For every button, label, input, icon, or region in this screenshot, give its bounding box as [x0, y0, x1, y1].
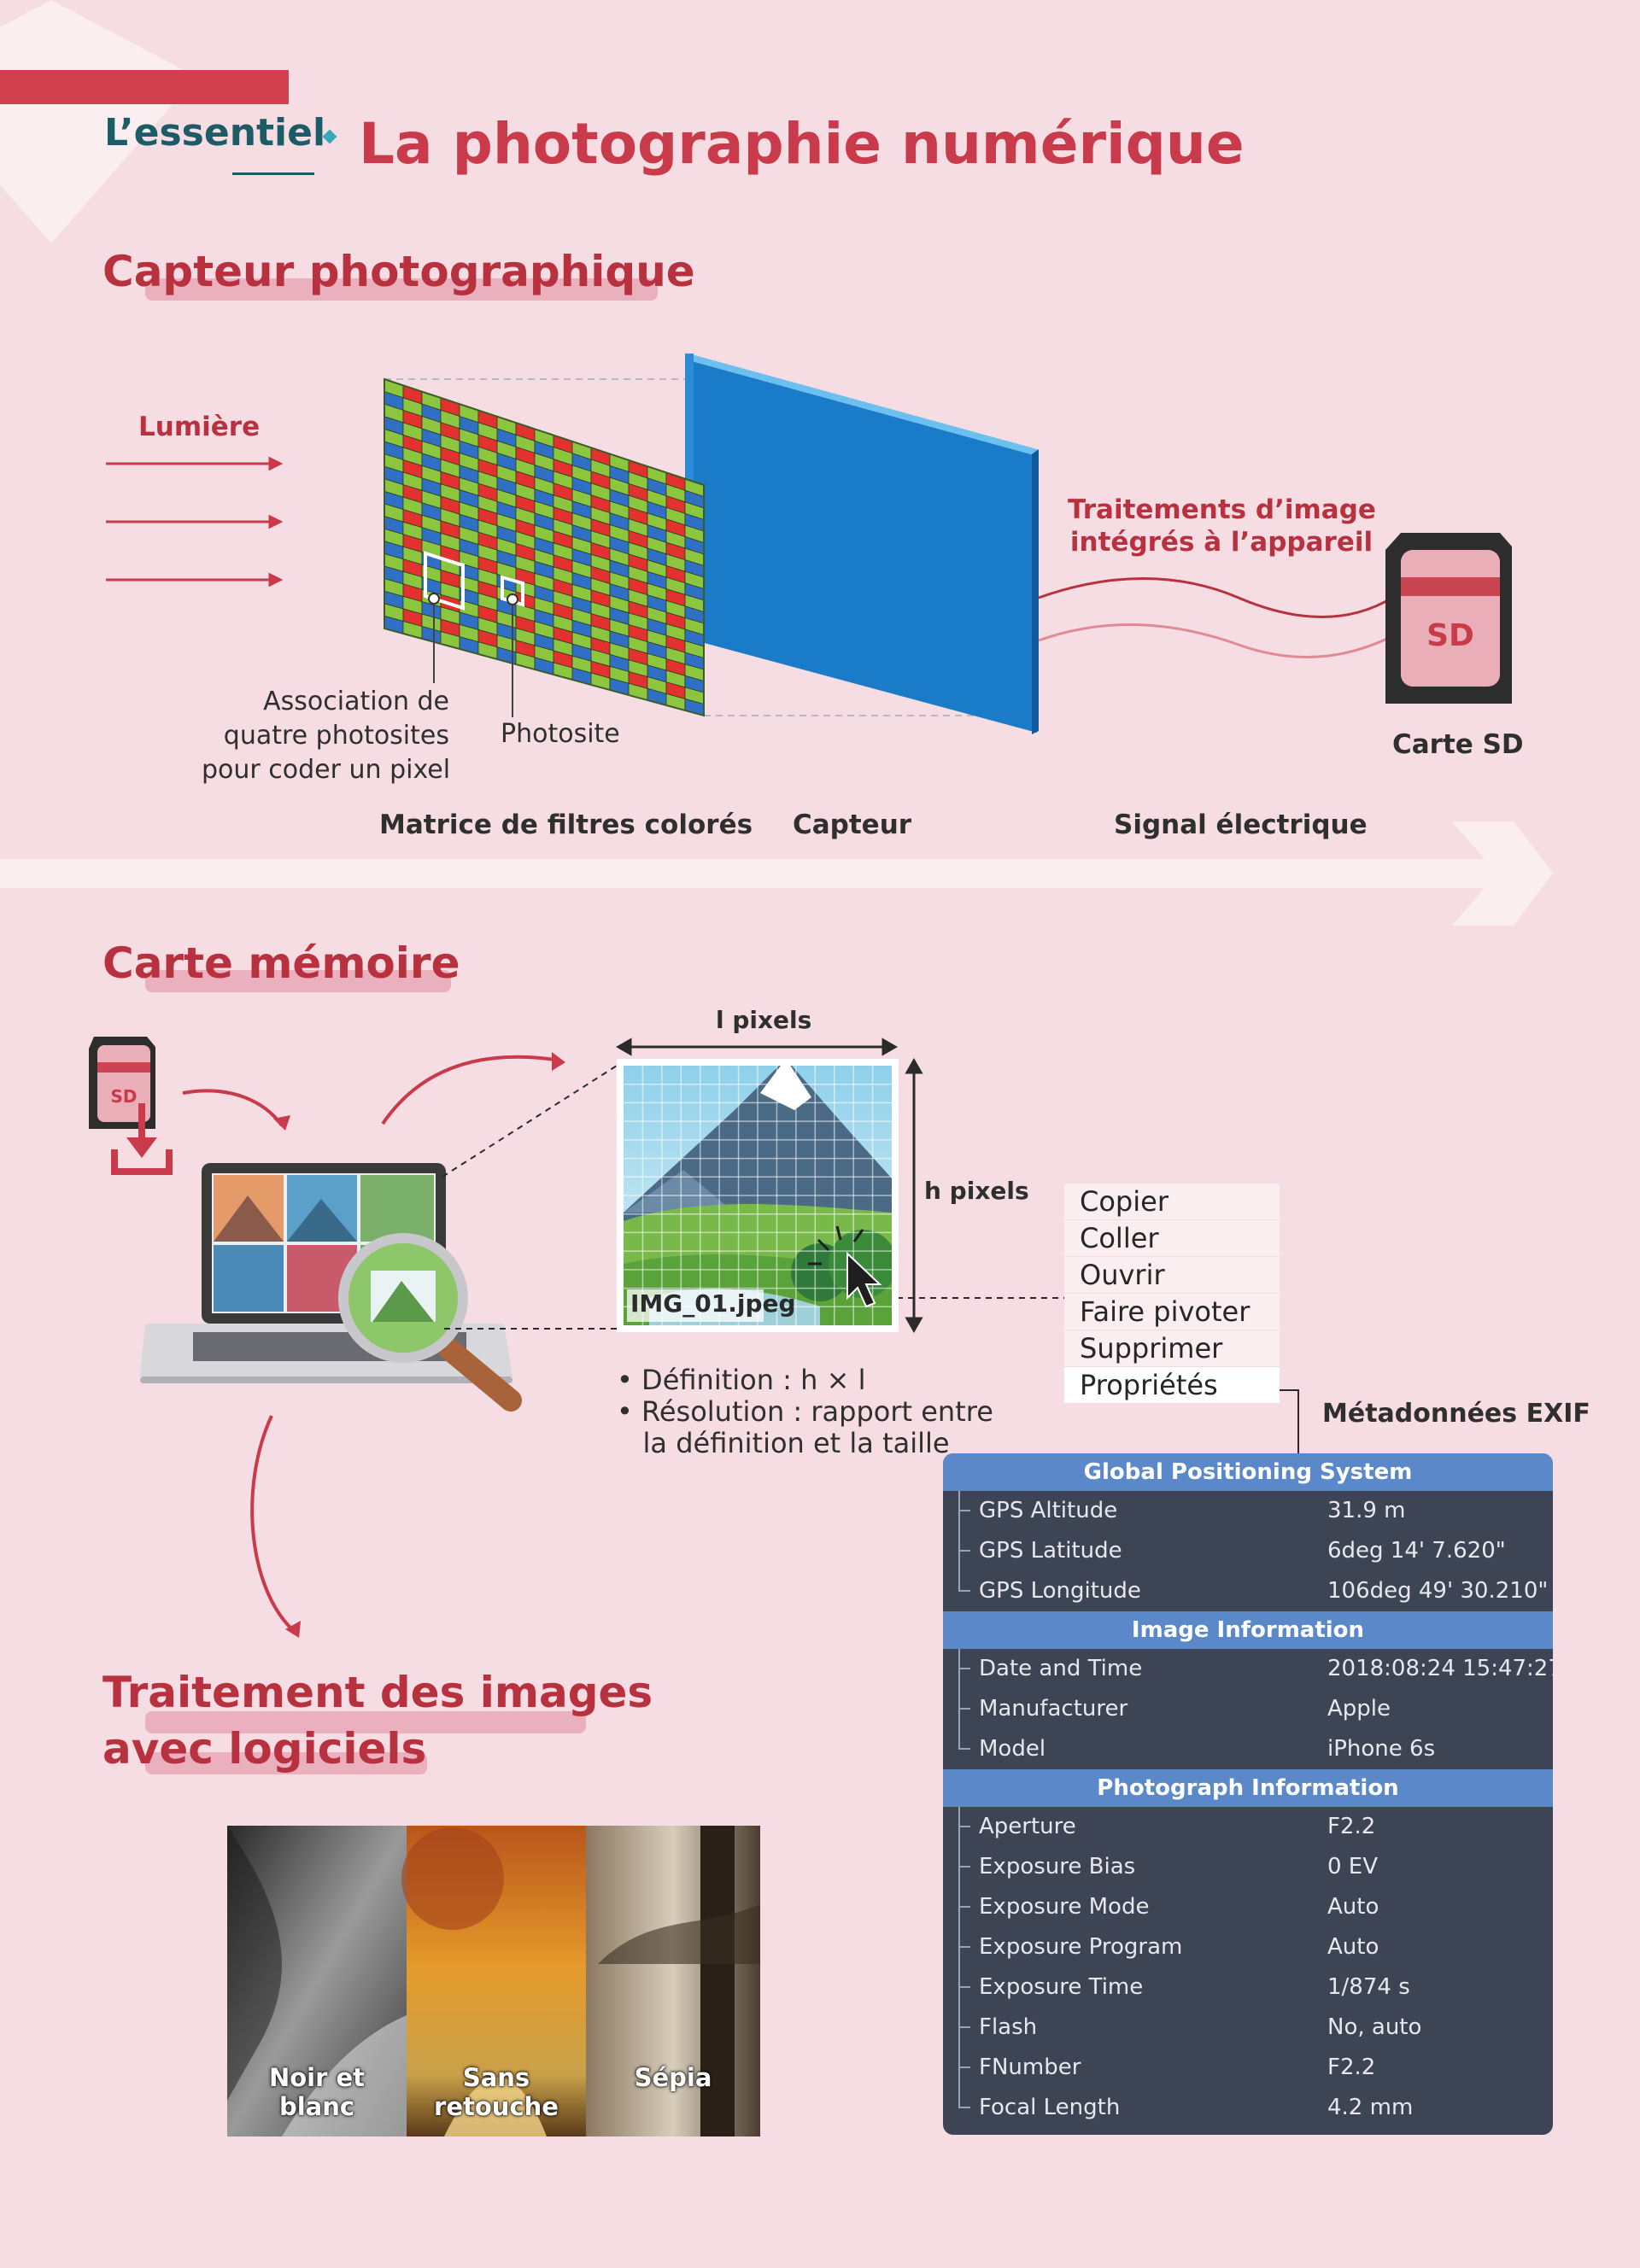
exif-panel: Global Positioning System GPS Altitude 31…: [943, 1453, 1553, 2135]
stage-signal-label: Signal électrique: [1114, 810, 1368, 840]
definition-bullets: • Définition : h × l • Résolution : rapp…: [617, 1364, 993, 1459]
filename-label: IMG_01.jpeg: [630, 1289, 796, 1318]
page-title: La photographie numérique: [359, 111, 1245, 177]
exif-row: Model iPhone 6s: [943, 1729, 1553, 1769]
association-label: Association de quatre photosites pour co…: [202, 687, 451, 785]
exif-group-title: Global Positioning System: [943, 1453, 1553, 1491]
light-label: Lumière: [138, 412, 261, 442]
sensor-slab: [685, 354, 1039, 734]
width-label: l pixels: [716, 1006, 812, 1034]
menu-item-rotate[interactable]: Faire pivoter: [1064, 1294, 1280, 1330]
bayer-filter-matrix: [384, 379, 704, 716]
kicker-underline: [232, 172, 314, 175]
exif-row: GPS Longitude 106deg 49' 30.210": [943, 1571, 1553, 1611]
small-sd-card-icon: [89, 1037, 155, 1129]
menu-item-open[interactable]: Ouvrir: [1064, 1257, 1280, 1294]
section-title-memory: Carte mémoire: [102, 938, 460, 988]
processing-label: Traitements d’image intégrés à l’apparei…: [1068, 494, 1376, 558]
section-title-sensor: Capteur photographique: [102, 247, 695, 296]
menu-item-properties[interactable]: Propriétés: [1064, 1367, 1280, 1403]
exif-group-title: Image Information: [943, 1611, 1553, 1649]
height-label: h pixels: [924, 1177, 1029, 1205]
section-title-processing-1: Traitement des images: [102, 1668, 653, 1717]
photosite-label: Photosite: [501, 719, 620, 749]
exif-row: Exposure Bias 0 EV: [943, 1847, 1553, 1887]
exif-group-title: Photograph Information: [943, 1769, 1553, 1807]
signal-wave: [1038, 577, 1393, 618]
exif-row: Aperture F2.2: [943, 1807, 1553, 1847]
signal-wave: [1038, 623, 1393, 658]
exif-row: FNumber F2.2: [943, 2048, 1553, 2088]
stage-matrix-label: Matrice de filtres colorés: [379, 810, 753, 840]
menu-item-delete[interactable]: Supprimer: [1064, 1330, 1280, 1367]
exif-row: GPS Latitude 6deg 14' 7.620": [943, 1531, 1553, 1571]
exif-row: GPS Altitude 31.9 m: [943, 1491, 1553, 1531]
exif-row: Focal Length 4.2 mm: [943, 2088, 1553, 2128]
filter-label-bw: Noir et blanc: [268, 2063, 366, 2121]
header-kicker: L’essentiel: [104, 111, 326, 155]
menu-item-paste[interactable]: Coller: [1064, 1220, 1280, 1257]
exif-row: Manufacturer Apple: [943, 1689, 1553, 1729]
exif-row: Exposure Mode Auto: [943, 1887, 1553, 1927]
sd-card-label: Carte SD: [1392, 729, 1524, 760]
exif-label: Métadonnées EXIF: [1322, 1399, 1590, 1429]
exif-row: Exposure Program Auto: [943, 1927, 1553, 1967]
stage-sensor-label: Capteur: [793, 810, 912, 840]
filter-label-sepia: Sépia: [634, 2063, 712, 2092]
light-arrows: [106, 456, 284, 587]
filter-label-raw: Sans retouche: [434, 2063, 559, 2121]
context-menu: Copier Coller Ouvrir Faire pivoter Suppr…: [1064, 1184, 1280, 1403]
exif-row: Flash No, auto: [943, 2008, 1553, 2048]
exif-row: Date and Time 2018:08:24 15:47:27: [943, 1649, 1553, 1689]
exif-row: Exposure Time 1/874 s: [943, 1967, 1553, 2008]
sd-card-text: SD: [1426, 618, 1474, 653]
section-title-processing-2: avec logiciels: [102, 1724, 427, 1774]
header-tab: [0, 70, 289, 104]
small-sd-text: SD: [110, 1086, 138, 1107]
menu-item-copy[interactable]: Copier: [1064, 1184, 1280, 1220]
